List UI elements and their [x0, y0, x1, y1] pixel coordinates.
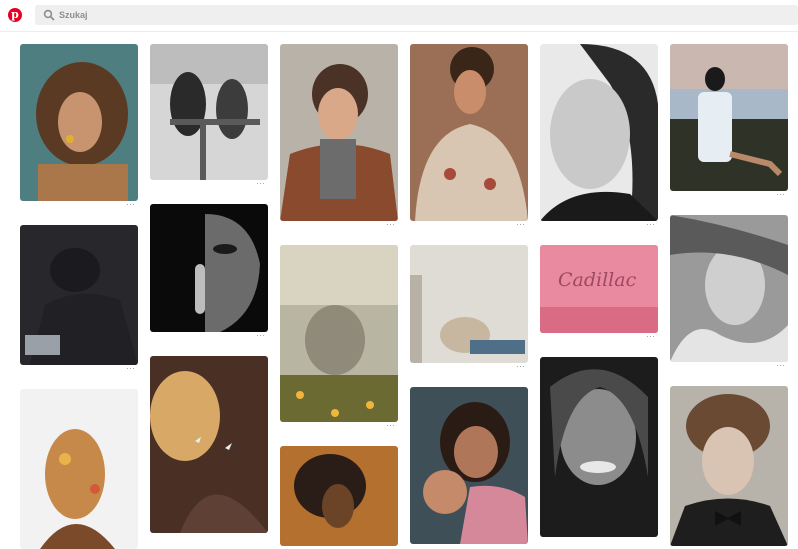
pin-more-icon[interactable]: ···: [256, 178, 265, 188]
pin-card[interactable]: ···: [540, 44, 658, 245]
pin-image-couple-flower-field[interactable]: [280, 245, 398, 422]
pin-card[interactable]: ···: [280, 245, 398, 446]
pin-more-icon[interactable]: ···: [646, 331, 655, 341]
pin-more-icon[interactable]: ···: [516, 361, 525, 371]
pin-card[interactable]: ···: [410, 44, 528, 245]
pin-column-4: ··· ···: [410, 44, 528, 544]
pin-card[interactable]: [410, 387, 528, 544]
pin-image-freckled-woman-bw[interactable]: [540, 44, 658, 221]
pin-image-kissing-couple-bw[interactable]: [150, 44, 268, 180]
pin-column-3: ··· ···: [280, 44, 398, 546]
pin-image-shadow-face[interactable]: [150, 204, 268, 332]
pin-more-icon[interactable]: ···: [776, 360, 785, 370]
pin-card[interactable]: ···: [280, 44, 398, 245]
search-bar[interactable]: [35, 5, 798, 25]
pin-more-icon[interactable]: ···: [646, 219, 655, 229]
pin-card[interactable]: ···: [670, 44, 788, 215]
pin-more-icon[interactable]: ···: [386, 219, 395, 229]
pin-image-young-man-scarf[interactable]: [280, 44, 398, 221]
pin-more-icon[interactable]: ···: [256, 330, 265, 340]
pin-column-1: ··· ···: [20, 44, 138, 549]
pin-card[interactable]: [280, 446, 398, 546]
pin-more-icon[interactable]: ···: [126, 199, 135, 209]
pin-image-hugging-couple[interactable]: [20, 225, 138, 365]
pin-image-glitter-portrait[interactable]: [20, 389, 138, 549]
cadillac-badge-text: Cadillac: [558, 269, 637, 291]
pin-card[interactable]: [20, 389, 138, 549]
pin-card[interactable]: ···: [150, 44, 268, 204]
pin-card[interactable]: ···: [20, 225, 138, 389]
pin-image-man-bowtie[interactable]: [670, 386, 788, 546]
pin-card[interactable]: [540, 357, 658, 537]
search-input[interactable]: [59, 7, 759, 23]
pin-column-5: ··· Cadillac ···: [540, 44, 658, 537]
pin-image-woman-fur-bw[interactable]: [670, 215, 788, 362]
pin-more-icon[interactable]: ···: [516, 219, 525, 229]
pin-card[interactable]: ···: [410, 245, 528, 387]
pin-more-icon[interactable]: ···: [776, 189, 785, 199]
pin-card[interactable]: ···: [150, 204, 268, 356]
pin-more-icon[interactable]: ···: [386, 420, 395, 430]
pin-image-elderly-woman-bw[interactable]: [540, 357, 658, 537]
search-icon: [43, 9, 55, 21]
pin-image-girl-with-baby[interactable]: [410, 387, 528, 544]
pin-column-2: ··· ···: [150, 44, 268, 533]
pin-card[interactable]: Cadillac ···: [540, 245, 658, 357]
pin-column-6: ··· ···: [670, 44, 788, 546]
pin-card[interactable]: ···: [20, 44, 138, 225]
logo-letter: p: [11, 8, 19, 21]
pin-image-couple-on-floor[interactable]: [410, 245, 528, 363]
pin-image-forest-butterflies[interactable]: [150, 356, 268, 533]
pin-image-man-holding-hand[interactable]: [670, 44, 788, 191]
pin-card[interactable]: [150, 356, 268, 533]
pin-image-man-patterned-blanket[interactable]: [410, 44, 528, 221]
pinterest-logo-icon[interactable]: p: [8, 8, 22, 22]
pin-image-curly-hair-woman[interactable]: [20, 44, 138, 201]
pin-image-pink-cadillac[interactable]: Cadillac: [540, 245, 658, 333]
pin-card[interactable]: ···: [670, 215, 788, 386]
top-bar: p: [0, 0, 798, 32]
pin-more-icon[interactable]: ···: [126, 363, 135, 373]
pin-image-sunlit-woman[interactable]: [280, 446, 398, 546]
pin-card[interactable]: [670, 386, 788, 546]
